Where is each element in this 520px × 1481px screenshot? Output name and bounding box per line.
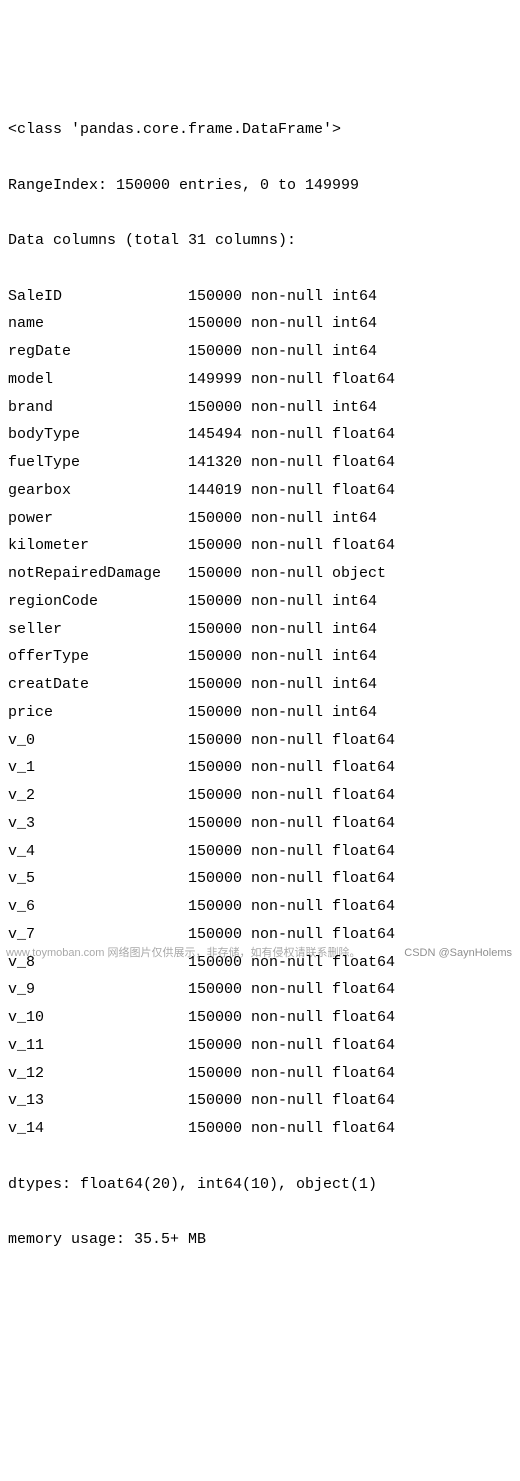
column-row: v_6 150000 non-null float64 [8, 893, 512, 921]
column-row: fuelType 141320 non-null float64 [8, 449, 512, 477]
column-row: regionCode 150000 non-null int64 [8, 588, 512, 616]
column-row: name 150000 non-null int64 [8, 310, 512, 338]
column-row: bodyType 145494 non-null float64 [8, 421, 512, 449]
column-row: notRepairedDamage 150000 non-null object [8, 560, 512, 588]
column-row: price 150000 non-null int64 [8, 699, 512, 727]
column-row: v_0 150000 non-null float64 [8, 727, 512, 755]
column-row: model 149999 non-null float64 [8, 366, 512, 394]
column-row: SaleID 150000 non-null int64 [8, 283, 512, 311]
column-row: brand 150000 non-null int64 [8, 394, 512, 422]
column-list: SaleID 150000 non-null int64name 150000 … [8, 283, 512, 1143]
column-row: v_5 150000 non-null float64 [8, 865, 512, 893]
columns-line: Data columns (total 31 columns): [8, 227, 512, 255]
column-row: v_10 150000 non-null float64 [8, 1004, 512, 1032]
watermark-right: CSDN @SaynHolems [404, 943, 512, 963]
dtypes-line: dtypes: float64(20), int64(10), object(1… [8, 1171, 512, 1199]
column-row: v_2 150000 non-null float64 [8, 782, 512, 810]
column-row: seller 150000 non-null int64 [8, 616, 512, 644]
range-line: RangeIndex: 150000 entries, 0 to 149999 [8, 172, 512, 200]
column-row: v_3 150000 non-null float64 [8, 810, 512, 838]
memory-line: memory usage: 35.5+ MB [8, 1226, 512, 1254]
watermark-left: www.toymoban.com 网络图片仅供展示，非存储，如有侵权请联系删除。 [6, 943, 360, 963]
column-row: creatDate 150000 non-null int64 [8, 671, 512, 699]
class-line: <class 'pandas.core.frame.DataFrame'> [8, 116, 512, 144]
column-row: v_1 150000 non-null float64 [8, 754, 512, 782]
column-row: power 150000 non-null int64 [8, 505, 512, 533]
column-row: kilometer 150000 non-null float64 [8, 532, 512, 560]
column-row: v_13 150000 non-null float64 [8, 1087, 512, 1115]
column-row: offerType 150000 non-null int64 [8, 643, 512, 671]
column-row: v_9 150000 non-null float64 [8, 976, 512, 1004]
column-row: v_11 150000 non-null float64 [8, 1032, 512, 1060]
column-row: v_4 150000 non-null float64 [8, 838, 512, 866]
column-row: v_12 150000 non-null float64 [8, 1060, 512, 1088]
column-row: regDate 150000 non-null int64 [8, 338, 512, 366]
column-row: gearbox 144019 non-null float64 [8, 477, 512, 505]
column-row: v_14 150000 non-null float64 [8, 1115, 512, 1143]
